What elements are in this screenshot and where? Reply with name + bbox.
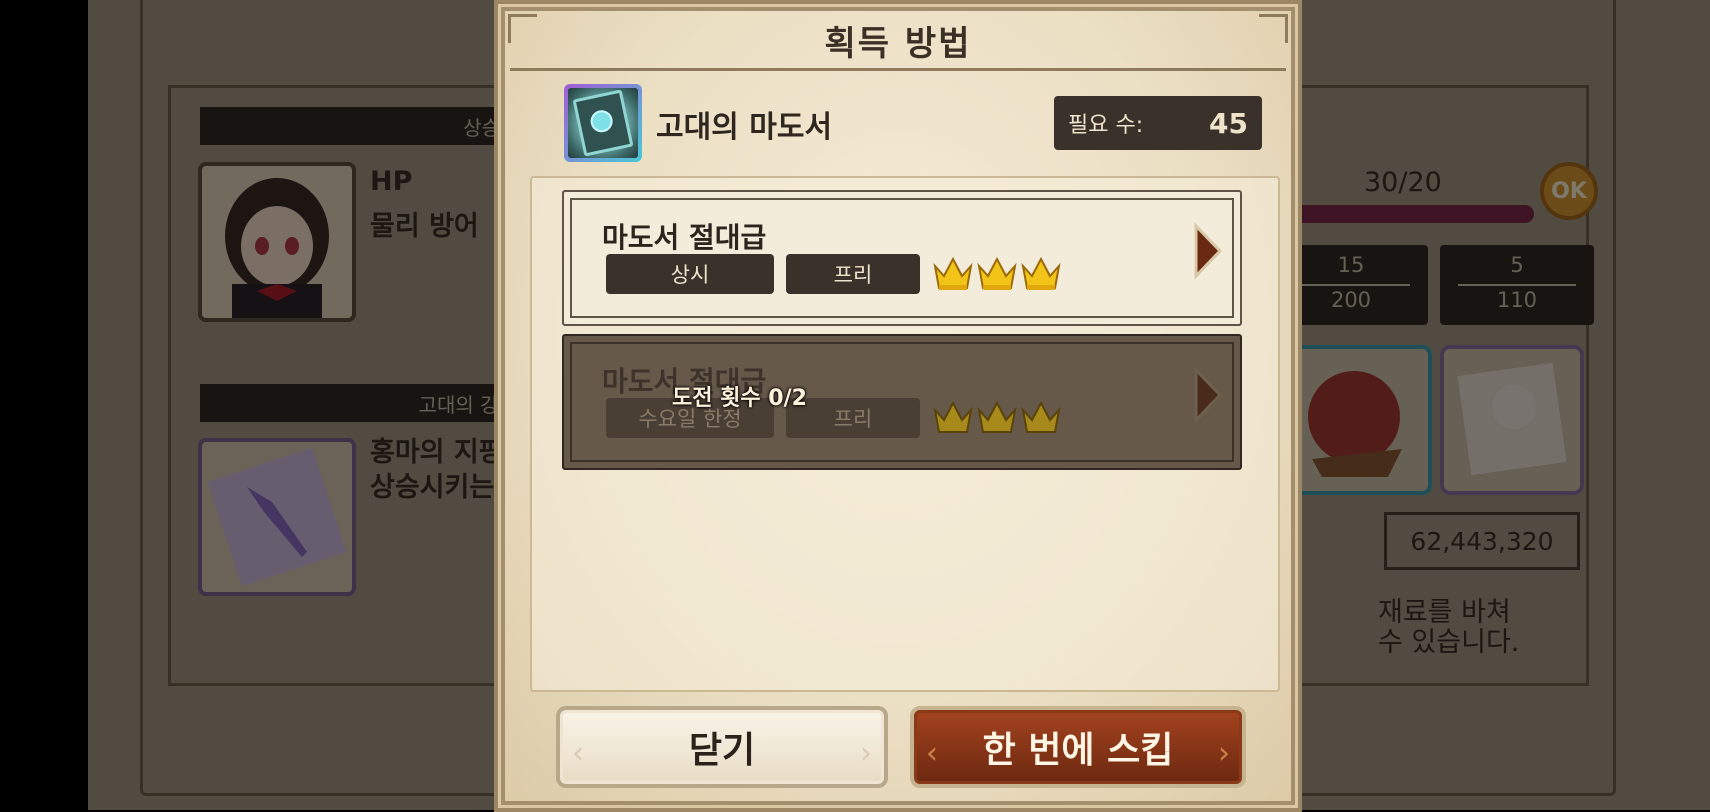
skip-all-button-label: 한 번에 스킵 <box>982 730 1174 771</box>
crown-icon <box>1021 256 1061 290</box>
modal-title: 획득 방법 <box>824 23 972 64</box>
crown-icon <box>933 256 973 290</box>
source-tag-type-text: 프리 <box>833 263 873 287</box>
source-tag-availability: 상시 <box>606 254 774 294</box>
difficulty-crowns <box>932 254 1062 294</box>
challenge-count-text: 도전 횟수 0/2 <box>672 386 807 411</box>
source-tag-availability-text: 상시 <box>670 263 710 287</box>
crown-icon <box>977 256 1017 290</box>
source-card-1[interactable]: 마도서 절대급 상시 프리 <box>562 190 1242 326</box>
required-count-box: 필요 수: 45 <box>1054 96 1262 150</box>
item-name: 고대의 마도서 <box>656 110 833 145</box>
acquisition-method-modal: 획득 방법 고대의 마도서 필요 수: 45 마도서 절대급 상시 프리 마도서… <box>494 0 1302 812</box>
close-button-label: 닫기 <box>688 730 756 771</box>
required-label: 필요 수: <box>1068 113 1144 138</box>
required-value: 45 <box>1209 106 1248 140</box>
source-card-title: 마도서 절대급 <box>602 221 767 254</box>
ancient-grimoire-icon <box>564 84 642 162</box>
modal-title-bar: 획득 방법 <box>510 12 1286 71</box>
arrow-right-icon[interactable] <box>1192 222 1224 280</box>
source-tag-type: 프리 <box>786 254 920 294</box>
skip-all-button[interactable]: ‹ 한 번에 스킵 › <box>910 706 1246 788</box>
source-card-2[interactable]: 마도서 절대급 수요일 한정 프리 도전 횟수 0/2 <box>562 334 1242 470</box>
close-button[interactable]: ‹ 닫기 › <box>556 706 888 788</box>
